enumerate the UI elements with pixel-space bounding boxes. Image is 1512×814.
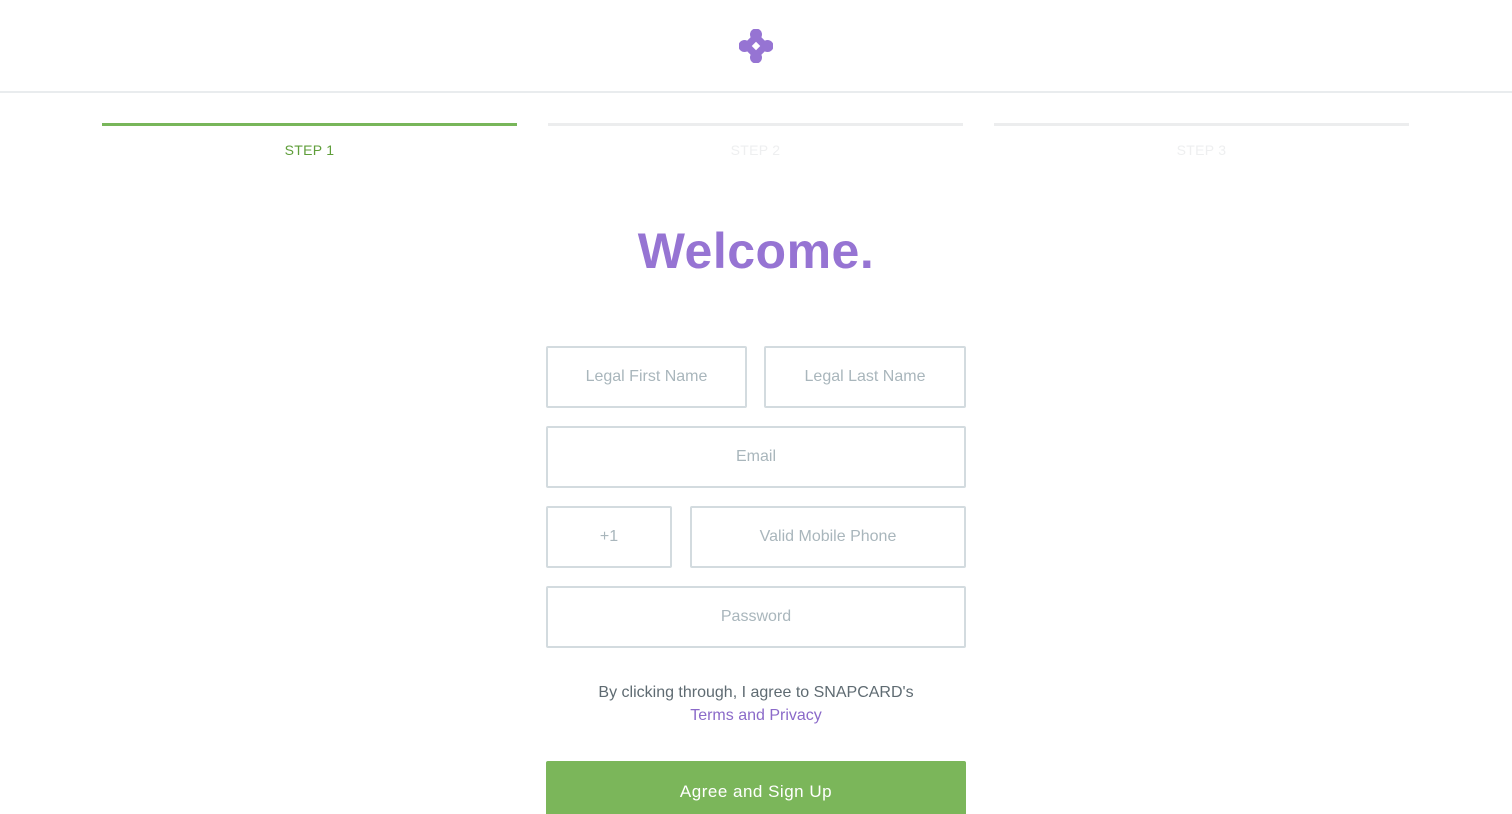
- step-3: STEP 3: [994, 123, 1409, 163]
- agree-and-sign-up-button[interactable]: Agree and Sign Up: [546, 761, 966, 814]
- step-1: STEP 1: [102, 123, 517, 163]
- terms-text: By clicking through, I agree to SNAPCARD…: [598, 684, 914, 701]
- page-title: Welcome.: [637, 223, 875, 279]
- snapcard-logo-icon[interactable]: [739, 28, 773, 63]
- step-2-label: STEP 2: [730, 142, 781, 158]
- agree-and-sign-up-label: Agree and Sign Up: [679, 782, 833, 801]
- country-code-input[interactable]: [546, 506, 672, 568]
- terms-notice: By clicking through, I agree to SNAPCARD…: [0, 681, 1512, 727]
- step-1-label: STEP 1: [284, 142, 335, 158]
- last-name-input[interactable]: [764, 346, 966, 408]
- password-input[interactable]: [546, 586, 966, 648]
- top-header: [0, 0, 1512, 93]
- terms-and-privacy-link[interactable]: Terms and Privacy: [690, 707, 822, 724]
- email-input[interactable]: [546, 426, 966, 488]
- step-progress: STEP 1 STEP 2 STEP 3: [102, 123, 1410, 163]
- mobile-phone-input[interactable]: [690, 506, 966, 568]
- step-2: STEP 2: [548, 123, 963, 163]
- first-name-input[interactable]: [546, 346, 747, 408]
- step-3-label: STEP 3: [1176, 142, 1227, 158]
- signup-page: STEP 1 STEP 2 STEP 3 Welcome. By clickin…: [0, 0, 1512, 814]
